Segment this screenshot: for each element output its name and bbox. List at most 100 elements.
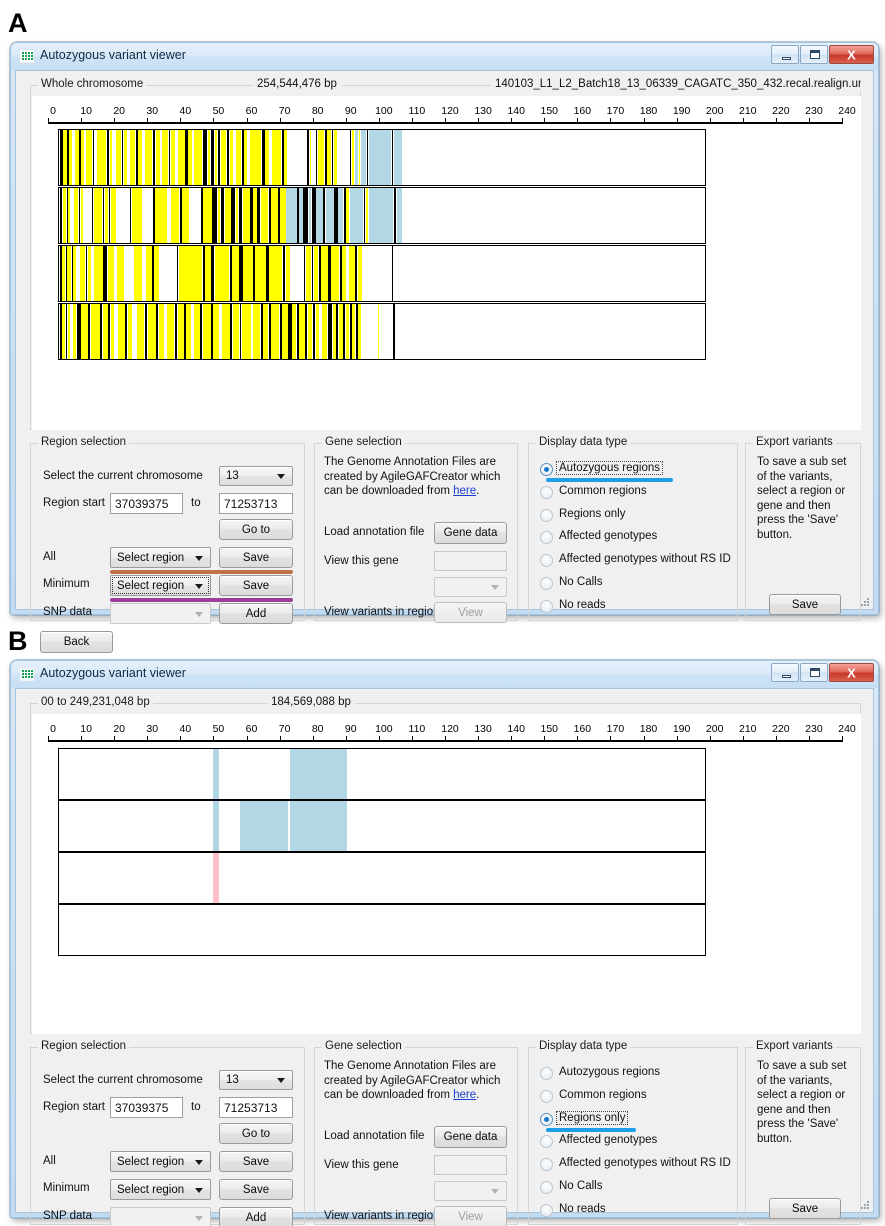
variant-bar	[244, 130, 248, 185]
export-save-button-a[interactable]: Save	[769, 594, 841, 615]
goto-button-a[interactable]: Go to	[219, 519, 293, 540]
export-variants-group-a: Export variants To save a sub set of the…	[745, 436, 861, 621]
window-autozygous-viewer-a: Autozygous variant viewer X Whole chromo…	[10, 42, 879, 653]
help-line-3-pre: can be downloaded from	[324, 1089, 454, 1102]
variant-bar	[76, 246, 80, 301]
variant-bar	[338, 188, 344, 243]
region-end-input-a[interactable]: 71253713	[219, 493, 293, 514]
gene-data-button-b[interactable]: Gene data	[434, 1126, 507, 1148]
ruler-tick-label: 90	[344, 723, 357, 735]
minimum-save-button-b[interactable]: Save	[219, 1179, 293, 1200]
region-track-2[interactable]	[58, 800, 706, 852]
variant-bar	[232, 246, 239, 301]
resize-grip-b[interactable]	[859, 1199, 871, 1211]
ruler-tick-label: 170	[606, 723, 625, 735]
maximize-button[interactable]	[800, 663, 828, 682]
variant-bar	[315, 304, 320, 359]
variant-bar	[241, 304, 251, 359]
add-snp-button-a[interactable]: Add	[219, 603, 293, 624]
maximize-button[interactable]	[800, 45, 828, 64]
variant-track-1[interactable]	[58, 129, 706, 186]
titlebar-a[interactable]: Autozygous variant viewer X	[11, 43, 878, 70]
all-region-select-a[interactable]: Select region	[110, 547, 211, 568]
radio-dot-icon	[540, 531, 553, 545]
variant-bar	[282, 304, 288, 359]
ruler-tick	[742, 736, 744, 742]
region-track-4[interactable]	[58, 904, 706, 956]
minimum-region-select-value-a: Select region	[117, 579, 185, 592]
variant-bar	[121, 130, 124, 185]
window-buttons-a: X	[771, 45, 874, 64]
region-start-input-a[interactable]: 37039375	[110, 493, 183, 514]
titlebar-b[interactable]: Autozygous variant viewer X	[11, 661, 878, 688]
close-button[interactable]: X	[829, 663, 874, 682]
chromosome-select-value-a: 13	[226, 470, 239, 482]
region-end-input-b[interactable]: 71253713	[219, 1097, 293, 1118]
ruler-tick-label: 100	[375, 105, 393, 117]
chevron-down-icon	[195, 1159, 203, 1165]
here-link-a[interactable]: here	[453, 485, 476, 497]
variant-bar	[317, 130, 325, 185]
ruler-tick-label: 130	[474, 105, 492, 117]
client-area-a: Whole chromosome 254,544,476 bp 140103_L…	[15, 70, 874, 653]
variant-bar	[299, 188, 303, 243]
gene-list-select-b[interactable]	[434, 1181, 507, 1201]
goto-button-b[interactable]: Go to	[219, 1123, 293, 1144]
display-data-type-title-b: Display data type	[536, 1040, 631, 1052]
gene-list-select-a[interactable]	[434, 577, 507, 597]
ruler-tick-label: 30	[146, 105, 159, 117]
region-start-input-b[interactable]: 37039375	[110, 1097, 183, 1118]
radio-dot-icon	[540, 1089, 553, 1103]
view-gene-input-a[interactable]	[434, 551, 507, 571]
minimum-region-select-a[interactable]: Select region	[110, 575, 211, 596]
view-gene-input-b[interactable]	[434, 1155, 507, 1175]
minimize-button[interactable]	[771, 663, 799, 682]
ruler-tick	[742, 118, 744, 124]
snp-data-select-b[interactable]	[110, 1207, 211, 1226]
ruler-tick-label: 120	[441, 105, 459, 117]
all-region-select-b[interactable]: Select region	[110, 1151, 211, 1172]
all-save-button-a[interactable]: Save	[219, 547, 293, 568]
radio-dot-icon	[540, 508, 553, 522]
ruler-tick	[378, 736, 380, 742]
region-track-3[interactable]	[58, 852, 706, 904]
ruler-tick-label: 160	[573, 723, 592, 735]
variant-bar	[334, 130, 337, 185]
variant-track-2[interactable]	[58, 187, 706, 244]
gene-data-button-a[interactable]: Gene data	[434, 522, 507, 544]
view-variants-button-b[interactable]: View	[434, 1206, 507, 1226]
export-save-button-b[interactable]: Save	[769, 1198, 841, 1219]
add-snp-button-b[interactable]: Add	[219, 1207, 293, 1226]
client-area-b: 00 to 249,231,048 bp 184,569,088 bp 0 10 2…	[15, 688, 874, 1226]
resize-grip-a[interactable]	[859, 596, 871, 608]
variant-bar	[134, 246, 142, 301]
variant-track-4[interactable]	[58, 303, 706, 360]
minimum-region-select-b[interactable]: Select region	[110, 1179, 211, 1200]
chromosome-view-b[interactable]: 0 10 20 30 40 50 60 70 80 90 100 110 120 130 140 150 160…	[32, 714, 861, 1034]
region-track-1[interactable]	[58, 748, 706, 800]
ruler-tick-label: 230	[805, 723, 823, 735]
export-variants-title-a: Export variants	[753, 436, 836, 448]
variant-bar	[234, 130, 236, 185]
chromosome-select-a[interactable]: 13	[219, 466, 293, 486]
variant-bar	[142, 246, 146, 301]
snp-data-select-a[interactable]	[110, 603, 211, 624]
ruler-tick	[511, 118, 513, 124]
back-button-a[interactable]: Back	[40, 631, 113, 653]
view-variants-button-a[interactable]: View	[434, 602, 507, 623]
close-button[interactable]: X	[829, 45, 874, 64]
variant-bar	[194, 130, 203, 185]
minimum-save-button-a[interactable]: Save	[219, 575, 293, 596]
variant-bar	[305, 246, 312, 301]
chromosome-view-a[interactable]: 0 10 20 30 40 50 60 70 80 90 100 110 120 130 140 150 160…	[32, 96, 861, 430]
minimize-button[interactable]	[771, 45, 799, 64]
all-save-button-b[interactable]: Save	[219, 1151, 293, 1172]
variant-bar	[63, 130, 67, 185]
bp-total-label-a: 254,544,476 bp	[253, 78, 341, 90]
variant-bar	[109, 130, 113, 185]
here-link-b[interactable]: here	[453, 1089, 476, 1101]
variant-bar	[212, 188, 218, 243]
ruler-tick	[577, 118, 579, 124]
chromosome-select-b[interactable]: 13	[219, 1070, 293, 1090]
variant-track-3[interactable]	[58, 245, 706, 302]
